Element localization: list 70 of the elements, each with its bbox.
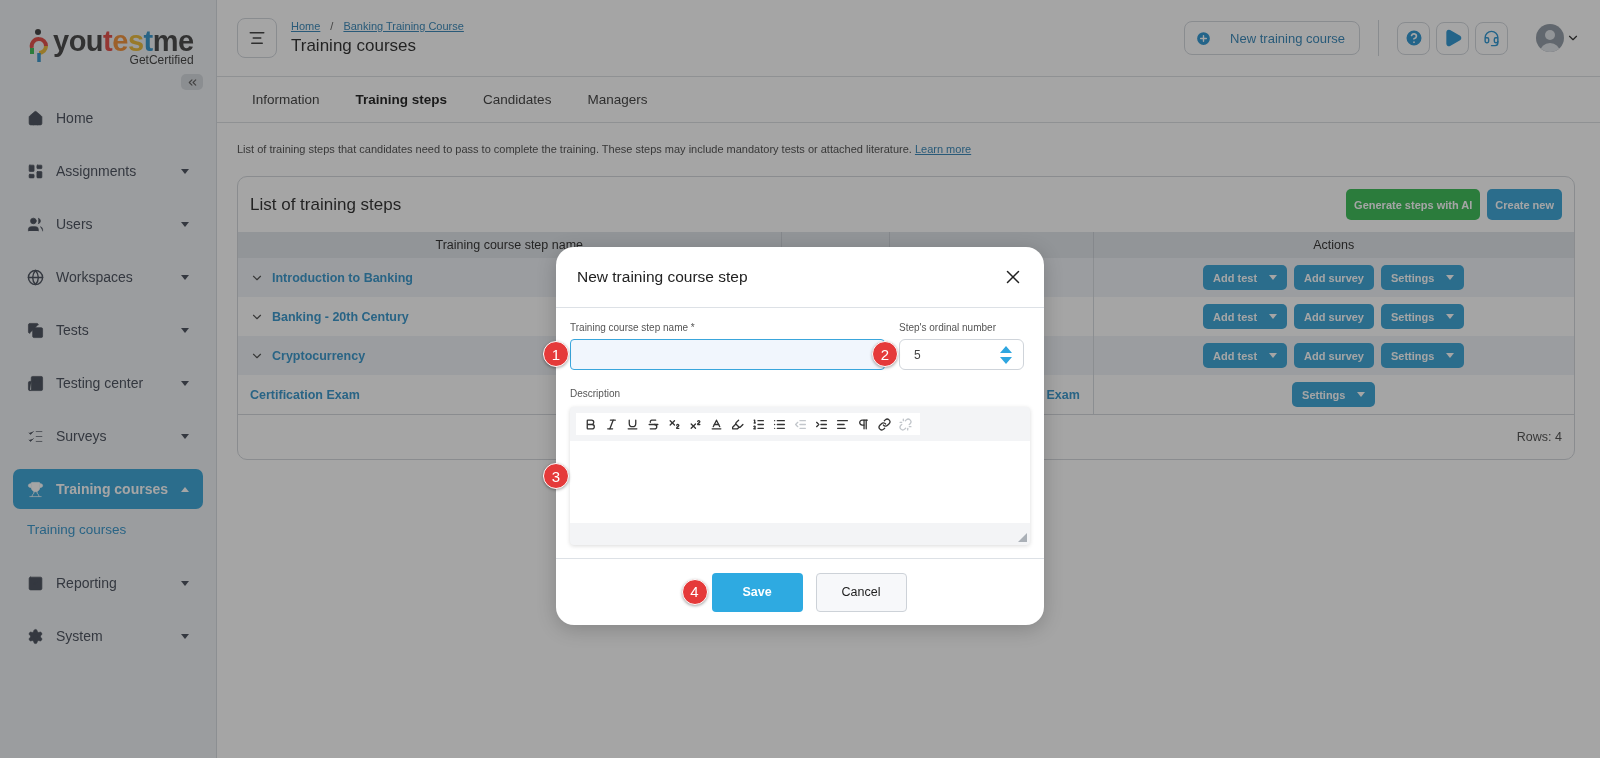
step-name-link[interactable]: Cryptocurrency [272,348,366,363]
action-button[interactable]: Settings [1381,304,1465,329]
step-name-link[interactable]: Certification Exam [250,387,360,402]
breadcrumb-separator: / [330,20,334,32]
nav-subitem[interactable]: Training courses [13,522,203,563]
resize-handle-icon[interactable] [1018,533,1027,542]
field-label: Step's ordinal number [899,322,997,333]
cancel-button[interactable]: Cancel [815,572,907,612]
nav-item[interactable]: Assignments [13,151,203,191]
page-title: Training courses [291,36,418,56]
action-button[interactable]: Settings [1292,382,1376,407]
play-button[interactable] [1436,21,1469,55]
create-button[interactable]: Create new [1487,189,1562,220]
logo-tagline: GetCertified [129,53,194,66]
settings-icon [27,627,44,645]
collapse-sidebar-button[interactable] [181,74,203,90]
tab[interactable]: Training steps [337,77,466,122]
breadcrumb-link[interactable]: Banking Training Course [343,20,464,32]
trophy-icon [27,480,44,498]
action-button[interactable]: Add test [1203,265,1288,290]
action-button[interactable]: Settings [1381,343,1465,368]
action-button[interactable]: Add test [1203,343,1288,368]
copy-icon [27,321,44,339]
action-button[interactable]: Add survey [1294,265,1374,290]
step-marker: 3 [543,463,569,489]
logo-wordmark: youtestme [53,26,194,56]
nav-item[interactable]: Reporting [13,563,203,603]
step-marker: 4 [681,578,708,605]
action-button[interactable]: Settings [1381,265,1465,290]
field-label: Training course step name * [570,322,696,333]
headset-icon [1483,29,1500,47]
dashboard-icon [27,162,44,180]
breadcrumb-link[interactable]: Home [291,20,321,32]
card-title: List of training steps [250,194,403,215]
help-icon [1403,28,1424,48]
nav-item[interactable]: Surveys [13,416,203,456]
nav-item[interactable]: Workspaces [13,257,203,297]
step-name-link[interactable]: Introduction to Banking [272,270,413,285]
menu-button[interactable] [237,18,277,58]
nav-item[interactable]: Users [13,204,203,244]
logo-icon [29,28,49,64]
support-button[interactable] [1475,21,1508,55]
users-icon [27,215,44,233]
row-count: Rows: 4 [1516,430,1562,444]
generate-button[interactable]: Generate steps with AI [1346,189,1481,220]
menu-icon [248,29,266,47]
action-button[interactable]: Add test [1203,304,1288,329]
home-icon [27,109,44,127]
save-button[interactable]: Save [711,572,803,612]
nav-item[interactable]: Training courses [13,469,203,509]
action-button[interactable]: Add survey [1294,343,1374,368]
action-button[interactable]: Add survey [1294,304,1374,329]
intro-text: List of training steps that candidates need to pass to complete the training. These steps may include mandatory tests or attached literature. Learn more [237,143,973,155]
nav-item[interactable]: System [13,616,203,656]
tab[interactable]: Managers [569,77,666,122]
tab[interactable]: Information [234,77,338,122]
tab[interactable]: Candidates [465,77,570,122]
step-name-link[interactable]: Banking - 20th Century [272,309,409,324]
ordinal-number-input[interactable]: 5 [899,339,1024,370]
column-header: Actions [1093,232,1574,258]
globe-icon [27,268,44,286]
nav-item[interactable]: Tests [13,310,203,350]
help-button[interactable] [1397,21,1430,55]
plus-icon [1195,29,1213,47]
learn-more-link[interactable]: Learn more [914,143,972,155]
nav-item[interactable]: Testing center [13,363,203,403]
field-label: Description [570,388,621,399]
new-training-course-button[interactable]: New training course [1184,21,1360,55]
nav-item[interactable]: Home [13,98,203,138]
dialog-title: New training course step [577,268,748,286]
